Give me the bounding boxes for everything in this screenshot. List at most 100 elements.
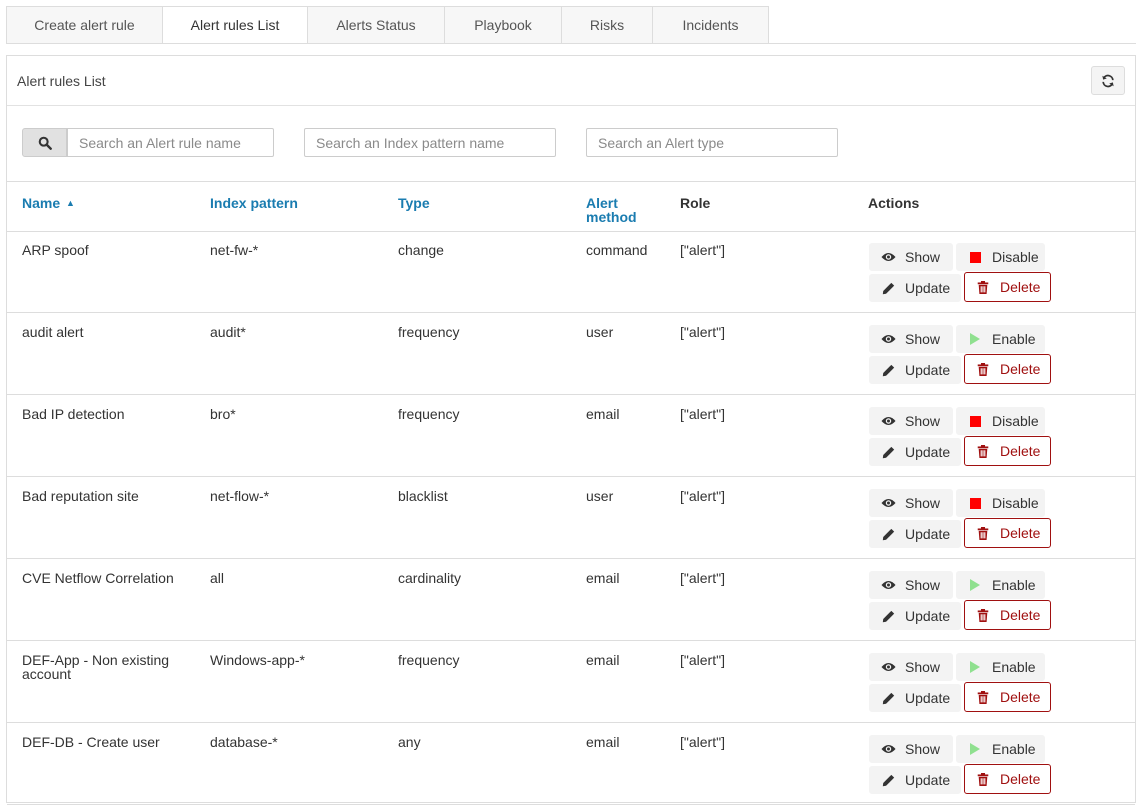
pencil-icon (882, 692, 894, 704)
update-label: Update (905, 608, 951, 624)
play-icon (970, 661, 980, 673)
disable-label: Disable (992, 249, 1039, 265)
role: ["alert"] (680, 570, 725, 586)
enable-label: Enable (992, 577, 1036, 593)
rule-name: Bad reputation site (22, 489, 139, 503)
alert-type: frequency (398, 324, 460, 340)
search-icon (38, 136, 52, 150)
delete-button[interactable]: Delete (964, 600, 1051, 630)
index-pattern-search-input[interactable] (304, 128, 556, 157)
column-header-type[interactable]: Type (398, 196, 430, 210)
alert-type: change (398, 242, 444, 258)
stop-icon (969, 251, 981, 263)
column-header-name[interactable]: Name ▲ (22, 196, 75, 210)
tab-alerts-status[interactable]: Alerts Status (308, 6, 445, 44)
alert-type: cardinality (398, 570, 462, 586)
alert-method: user (586, 488, 614, 504)
update-label: Update (905, 444, 951, 460)
pencil-icon (882, 282, 894, 294)
column-header-role: Role (680, 195, 711, 211)
column-header-alert-method[interactable]: Alert method (586, 196, 637, 224)
tab-bar: Create alert rule Alert rules List Alert… (6, 6, 769, 44)
alert-type-search-input[interactable] (586, 128, 838, 157)
delete-label: Delete (1000, 279, 1041, 295)
show-button[interactable]: Show (869, 325, 953, 353)
search-button[interactable] (22, 128, 67, 157)
update-button[interactable]: Update (869, 274, 961, 302)
pencil-icon (882, 774, 894, 786)
tab-incidents[interactable]: Incidents (653, 6, 769, 44)
update-button[interactable]: Update (869, 438, 961, 466)
show-button[interactable]: Show (869, 653, 953, 681)
rule-name-line1: CVE Netflow Correlation (22, 570, 174, 586)
table-row: ARP spoof net-fw-* change command ["alert"] S… (7, 231, 1135, 313)
update-label: Update (905, 772, 951, 788)
update-button[interactable]: Update (869, 356, 961, 384)
role: ["alert"] (680, 734, 725, 750)
table-row: DEF-App - Non existing account Windows-app… (7, 641, 1135, 723)
role: ["alert"] (680, 242, 725, 258)
column-header-index-pattern[interactable]: Index pattern (210, 196, 298, 210)
eye-icon (880, 417, 896, 425)
eye-icon (880, 663, 896, 671)
tab-create-alert-rule[interactable]: Create alert rule (6, 6, 163, 44)
delete-button[interactable]: Delete (964, 272, 1051, 302)
delete-label: Delete (1000, 771, 1041, 787)
update-label: Update (905, 362, 951, 378)
trash-icon (977, 444, 989, 458)
rule-name-search-input[interactable] (67, 128, 274, 157)
disable-label: Disable (992, 495, 1039, 511)
eye-icon (880, 581, 896, 589)
show-button[interactable]: Show (869, 735, 953, 763)
delete-label: Delete (1000, 607, 1041, 623)
enable-button[interactable]: Enable (956, 325, 1045, 353)
delete-button[interactable]: Delete (964, 682, 1051, 712)
update-button[interactable]: Update (869, 520, 961, 548)
refresh-button[interactable] (1091, 66, 1125, 95)
delete-button[interactable]: Delete (964, 436, 1051, 466)
tab-playbook[interactable]: Playbook (445, 6, 562, 44)
rule-name-line1: DEF-App - Non existing (22, 652, 170, 668)
enable-button[interactable]: Enable (956, 653, 1045, 681)
show-label: Show (905, 495, 941, 511)
disable-button[interactable]: Disable (956, 243, 1045, 271)
alert-method: email (586, 406, 620, 422)
sort-asc-icon: ▲ (66, 198, 75, 208)
disable-button[interactable]: Disable (956, 489, 1045, 517)
pencil-icon (882, 446, 894, 458)
tab-risks[interactable]: Risks (562, 6, 653, 44)
tab-divider (6, 43, 1136, 44)
rule-name: DEF-DB - Create user (22, 735, 160, 749)
update-label: Update (905, 690, 951, 706)
rule-name: ARP spoof (22, 243, 89, 257)
show-button[interactable]: Show (869, 571, 953, 599)
delete-label: Delete (1000, 361, 1041, 377)
tab-alert-rules-list[interactable]: Alert rules List (163, 6, 308, 44)
show-button[interactable]: Show (869, 243, 953, 271)
index-pattern: bro* (210, 406, 236, 422)
disable-button[interactable]: Disable (956, 407, 1045, 435)
show-label: Show (905, 331, 941, 347)
update-button[interactable]: Update (869, 684, 961, 712)
eye-icon (880, 745, 896, 753)
delete-label: Delete (1000, 689, 1041, 705)
rule-name-line1: ARP spoof (22, 242, 89, 258)
rule-name-line1: audit alert (22, 324, 84, 340)
show-label: Show (905, 741, 941, 757)
table-row: Bad reputation site net-flow-* blacklist us… (7, 477, 1135, 559)
show-button[interactable]: Show (869, 489, 953, 517)
update-button[interactable]: Update (869, 602, 961, 630)
rule-name-line1: DEF-DB - Create user (22, 734, 160, 750)
delete-button[interactable]: Delete (964, 518, 1051, 548)
delete-button[interactable]: Delete (964, 354, 1051, 384)
enable-button[interactable]: Enable (956, 571, 1045, 599)
show-button[interactable]: Show (869, 407, 953, 435)
eye-icon (880, 335, 896, 343)
update-button[interactable]: Update (869, 766, 961, 794)
delete-button[interactable]: Delete (964, 764, 1051, 794)
alert-method: command (586, 242, 648, 258)
stop-icon (969, 415, 981, 427)
index-pattern: net-flow-* (210, 488, 270, 504)
trash-icon (977, 772, 989, 786)
enable-button[interactable]: Enable (956, 735, 1045, 763)
